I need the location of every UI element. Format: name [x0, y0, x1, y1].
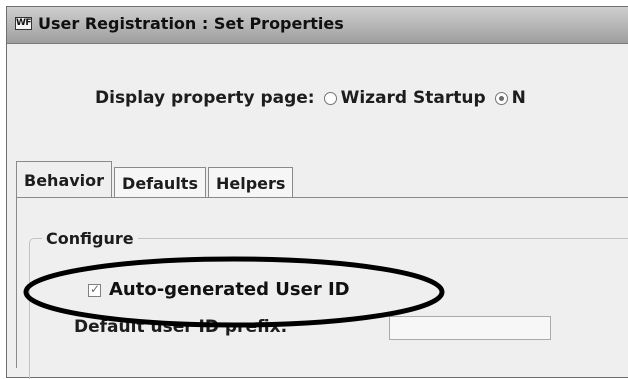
wizard-startup-radio[interactable] — [323, 91, 337, 105]
second-option-radio[interactable] — [494, 91, 508, 105]
tab-defaults[interactable]: Defaults — [114, 167, 206, 198]
auto-generated-user-id-checkbox[interactable]: ✓ — [88, 282, 101, 297]
default-prefix-input[interactable] — [389, 316, 551, 340]
auto-generated-user-id-label[interactable]: Auto-generated User ID — [109, 279, 350, 300]
tab-behavior[interactable]: Behavior — [16, 161, 113, 198]
second-option-label[interactable]: N — [512, 88, 526, 108]
property-tabs: Behavior Defaults Helpers — [16, 160, 295, 198]
window-title: User Registration : Set Properties — [38, 14, 344, 33]
default-prefix-label: Default user ID prefix: — [74, 317, 288, 337]
wizard-startup-label[interactable]: Wizard Startup — [341, 88, 486, 108]
display-property-page-row: Display property page: Wizard Startup N — [95, 88, 526, 108]
tab-helpers[interactable]: Helpers — [207, 167, 294, 198]
application-icon: WF — [15, 17, 32, 30]
configure-group — [29, 238, 628, 379]
checkmark-icon: ✓ — [90, 282, 101, 296]
display-property-page-label: Display property page: — [95, 88, 315, 108]
configure-group-title: Configure — [42, 229, 138, 248]
title-bar[interactable]: WF User Registration : Set Properties — [7, 7, 628, 44]
